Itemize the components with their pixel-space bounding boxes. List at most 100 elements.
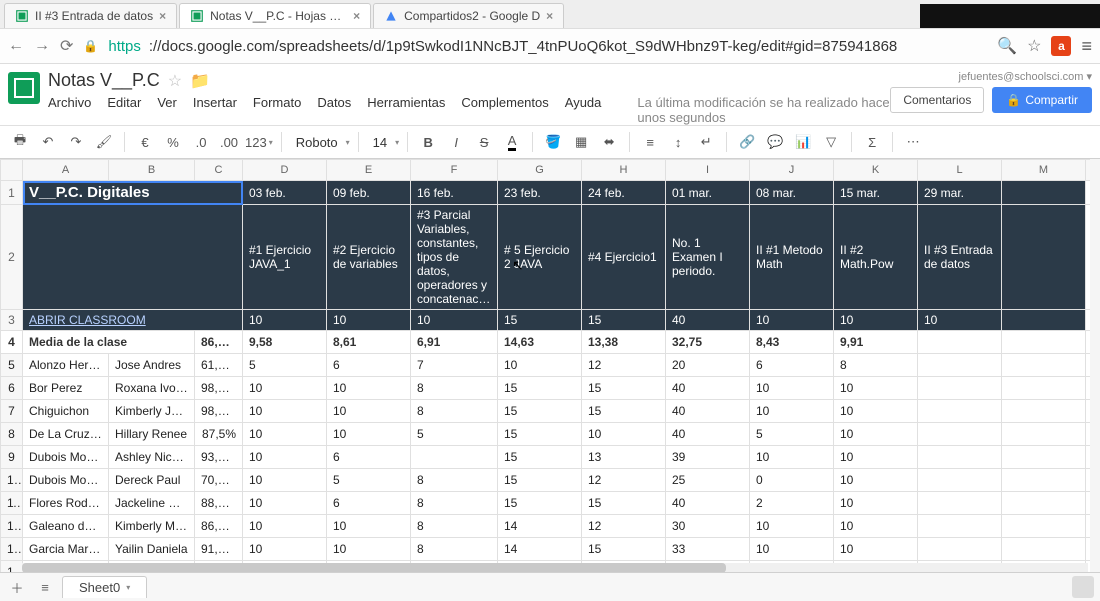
insert-comment-icon[interactable]: 💬 bbox=[763, 130, 787, 154]
menu-datos[interactable]: Datos bbox=[317, 95, 351, 125]
col-header[interactable]: F bbox=[411, 160, 498, 181]
score-cell[interactable]: 10 bbox=[750, 515, 834, 538]
assignment-header-cell[interactable]: #3 Parcial Variables, constantes, tipos … bbox=[411, 205, 498, 310]
font-size-dropdown[interactable]: 14▾ bbox=[367, 133, 399, 152]
col-header[interactable]: J bbox=[750, 160, 834, 181]
score-cell[interactable]: 10 bbox=[243, 377, 327, 400]
score-cell[interactable]: 10 bbox=[243, 492, 327, 515]
menu-insertar[interactable]: Insertar bbox=[193, 95, 237, 125]
score-cell[interactable] bbox=[918, 538, 1002, 561]
score-cell[interactable]: 10 bbox=[834, 377, 918, 400]
score-cell[interactable]: 5 bbox=[243, 354, 327, 377]
row-header[interactable]: 5 bbox=[1, 354, 23, 377]
cell[interactable] bbox=[1002, 469, 1086, 492]
cell[interactable] bbox=[1002, 400, 1086, 423]
score-cell[interactable]: 15 bbox=[582, 538, 666, 561]
filter-icon[interactable]: ▽ bbox=[819, 130, 843, 154]
score-cell[interactable]: 10 bbox=[498, 354, 582, 377]
browser-menu-icon[interactable]: ≡ bbox=[1081, 36, 1092, 57]
class-average-value[interactable]: 14,63 bbox=[498, 331, 582, 354]
class-average-value[interactable]: 8,43 bbox=[750, 331, 834, 354]
score-cell[interactable]: 15 bbox=[498, 377, 582, 400]
score-cell[interactable]: 12 bbox=[582, 354, 666, 377]
score-cell[interactable]: 0 bbox=[750, 469, 834, 492]
more-icon[interactable]: ⋯ bbox=[901, 130, 925, 154]
assignment-header-cell[interactable]: #4 Ejercicio1 bbox=[582, 205, 666, 310]
student-pct[interactable]: 98,33% bbox=[195, 377, 243, 400]
score-cell[interactable] bbox=[918, 515, 1002, 538]
date-header-cell[interactable]: 01 mar. bbox=[666, 181, 750, 205]
row-header[interactable]: 12 bbox=[1, 515, 23, 538]
score-cell[interactable]: 10 bbox=[834, 423, 918, 446]
menu-archivo[interactable]: Archivo bbox=[48, 95, 91, 125]
score-cell[interactable]: 8 bbox=[411, 492, 498, 515]
assignment-header-cell[interactable]: #2 Ejercicio de variables bbox=[327, 205, 411, 310]
student-lastname[interactable]: Galeano del Cid bbox=[23, 515, 109, 538]
score-cell[interactable]: 14 bbox=[498, 515, 582, 538]
cell[interactable] bbox=[1002, 310, 1086, 331]
class-average-value[interactable]: 13,38 bbox=[582, 331, 666, 354]
add-sheet-button[interactable]: ＋ bbox=[6, 576, 28, 598]
score-cell[interactable] bbox=[918, 354, 1002, 377]
score-cell[interactable]: 10 bbox=[327, 400, 411, 423]
score-cell[interactable]: 15 bbox=[498, 469, 582, 492]
row-header[interactable]: 4 bbox=[1, 331, 23, 354]
date-header-cell[interactable]: 08 mar. bbox=[750, 181, 834, 205]
star-icon[interactable]: ☆ bbox=[1027, 36, 1041, 56]
number-format-dropdown[interactable]: 123▾ bbox=[245, 135, 273, 150]
reload-button[interactable]: ⟳ bbox=[60, 36, 73, 56]
currency-icon[interactable]: € bbox=[133, 130, 157, 154]
score-cell[interactable]: 39 bbox=[666, 446, 750, 469]
share-button[interactable]: 🔒Compartir bbox=[992, 87, 1092, 113]
score-cell[interactable] bbox=[918, 400, 1002, 423]
decrease-decimal-icon[interactable]: .0 bbox=[189, 130, 213, 154]
col-header[interactable]: H bbox=[582, 160, 666, 181]
col-header[interactable]: C bbox=[195, 160, 243, 181]
student-lastname[interactable]: Garcia Martinez bbox=[23, 538, 109, 561]
date-header-cell[interactable]: 23 feb. bbox=[498, 181, 582, 205]
student-firstname[interactable]: Roxana Ivone bbox=[109, 377, 195, 400]
menu-ver[interactable]: Ver bbox=[157, 95, 177, 125]
student-firstname[interactable]: Jose Andres bbox=[109, 354, 195, 377]
score-cell[interactable]: 8 bbox=[411, 377, 498, 400]
score-cell[interactable]: 13 bbox=[582, 446, 666, 469]
score-cell[interactable]: 20 bbox=[666, 354, 750, 377]
assignment-header-cell[interactable]: #1 Ejercicio JAVA_1 bbox=[243, 205, 327, 310]
row-header[interactable]: 7 bbox=[1, 400, 23, 423]
functions-icon[interactable]: Σ bbox=[860, 130, 884, 154]
score-cell[interactable]: 5 bbox=[411, 423, 498, 446]
text-color-icon[interactable]: A bbox=[500, 130, 524, 154]
student-pct[interactable]: 87,5% bbox=[195, 423, 243, 446]
class-average-pct[interactable]: 86,83% bbox=[195, 331, 243, 354]
select-all-corner[interactable] bbox=[1, 160, 23, 181]
score-cell[interactable]: 10 bbox=[327, 377, 411, 400]
score-cell[interactable]: 15 bbox=[582, 400, 666, 423]
student-lastname[interactable]: De La Cruz Franco bbox=[23, 423, 109, 446]
score-cell[interactable]: 10 bbox=[243, 538, 327, 561]
score-cell[interactable]: 30 bbox=[666, 515, 750, 538]
score-cell[interactable] bbox=[918, 446, 1002, 469]
score-cell[interactable]: 6 bbox=[750, 354, 834, 377]
student-pct[interactable]: 86,67% bbox=[195, 515, 243, 538]
assignment-header-cell[interactable]: # 5 Ejercicio 2 JAVA bbox=[498, 205, 582, 310]
score-cell[interactable]: 2 bbox=[750, 492, 834, 515]
menu-ayuda[interactable]: Ayuda bbox=[565, 95, 602, 125]
sheet-tab[interactable]: Sheet0▾ bbox=[62, 576, 147, 598]
browser-tab-1[interactable]: II #3 Entrada de datos × bbox=[4, 3, 177, 28]
cell[interactable] bbox=[23, 205, 243, 310]
assignment-header-cell[interactable]: II #3 Entrada de datos bbox=[918, 205, 1002, 310]
student-pct[interactable]: 98,33% bbox=[195, 400, 243, 423]
borders-icon[interactable]: ▦ bbox=[569, 130, 593, 154]
score-cell[interactable]: 10 bbox=[327, 515, 411, 538]
sheets-logo-icon[interactable] bbox=[8, 72, 40, 104]
all-sheets-button[interactable]: ≡ bbox=[34, 576, 56, 598]
vertical-scrollbar[interactable] bbox=[1090, 159, 1100, 588]
score-cell[interactable]: 10 bbox=[834, 400, 918, 423]
back-button[interactable]: ← bbox=[8, 37, 24, 55]
score-cell[interactable]: 12 bbox=[582, 515, 666, 538]
open-classroom-link[interactable]: ABRIR CLASSROOM bbox=[23, 310, 243, 331]
comments-button[interactable]: Comentarios bbox=[890, 87, 984, 113]
forward-button[interactable]: → bbox=[34, 37, 50, 55]
row-header[interactable]: 13 bbox=[1, 538, 23, 561]
score-cell[interactable] bbox=[411, 446, 498, 469]
